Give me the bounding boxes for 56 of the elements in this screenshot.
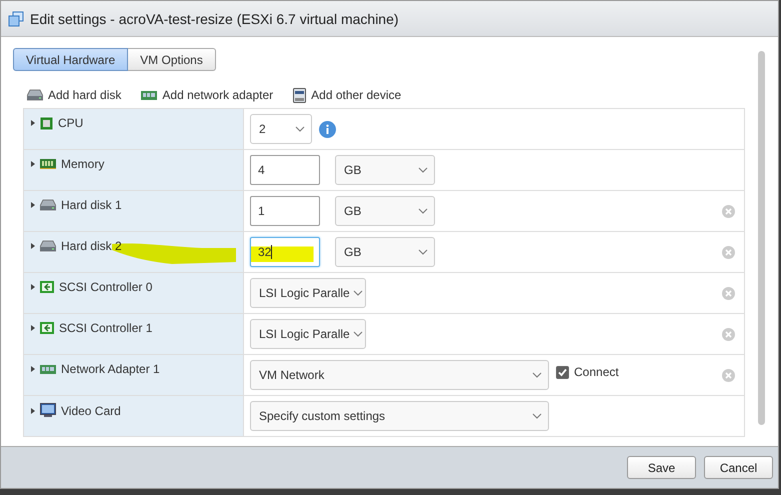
virtual-machine-icon	[8, 10, 24, 26]
controller-icon	[40, 281, 54, 293]
unit-select[interactable]: GB	[335, 155, 435, 185]
chevron-icon	[353, 290, 363, 296]
connect-checkbox[interactable]	[556, 366, 569, 378]
network-card-icon	[141, 90, 158, 100]
expand-arrow-icon[interactable]	[31, 120, 35, 126]
device-name: SCSI Controller 0	[59, 280, 152, 294]
chevron-icon	[532, 413, 542, 419]
expand-arrow-icon[interactable]	[31, 161, 35, 167]
dialog-button[interactable]: Cancel	[704, 456, 773, 479]
device-name: Network Adapter 1	[61, 362, 160, 376]
connect-label: Connect	[574, 365, 619, 379]
dropdown-select[interactable]: VM Network	[250, 360, 549, 390]
chip-icon	[40, 116, 53, 130]
tab[interactable]: Virtual Hardware	[13, 48, 128, 71]
info-icon[interactable]	[319, 120, 336, 138]
chevron-icon	[418, 208, 428, 214]
network-card-icon	[40, 364, 56, 374]
chevron-icon	[532, 372, 542, 378]
controller-type-select[interactable]: LSI Logic Paralle	[250, 319, 366, 349]
toolbar-button[interactable]: Add other device	[293, 87, 402, 103]
expand-arrow-icon[interactable]	[31, 243, 35, 249]
unit-select[interactable]: GB	[335, 196, 435, 226]
expand-arrow-icon[interactable]	[31, 408, 35, 414]
size-input-field[interactable]: 1	[250, 196, 320, 226]
expand-arrow-icon[interactable]	[31, 366, 35, 372]
dropdown-select[interactable]: Specify custom settings	[250, 401, 549, 431]
size-input-field[interactable]: 4	[250, 155, 320, 185]
expand-arrow-icon[interactable]	[31, 284, 35, 290]
chevron-icon	[418, 167, 428, 173]
chevron-icon	[353, 331, 363, 337]
chevron-icon	[295, 126, 305, 132]
expand-arrow-icon[interactable]	[31, 325, 35, 331]
chevron-icon	[418, 249, 428, 255]
device-name: Hard disk 1	[61, 198, 122, 212]
toolbar-button[interactable]: Add network adapter	[141, 87, 274, 103]
toolbar-button[interactable]: Add hard disk	[27, 87, 122, 103]
window-title: Edit settings - acroVA-test-resize (ESXi 6.7 virtual machine)	[30, 10, 399, 26]
dialog-button[interactable]: Save	[627, 456, 696, 479]
controller-type-select[interactable]: LSI Logic Paralle	[250, 278, 366, 308]
size-input-field[interactable]: 32	[250, 237, 320, 267]
device-name: CPU	[58, 116, 84, 130]
device-name: Hard disk 2	[61, 239, 122, 253]
device-icon	[293, 88, 306, 102]
device-name: SCSI Controller 1	[59, 321, 152, 335]
monitor-icon	[40, 403, 56, 418]
memory-module-icon	[40, 159, 56, 169]
unit-select[interactable]: GB	[335, 237, 435, 267]
controller-icon	[40, 322, 54, 334]
tab[interactable]: VM Options	[128, 48, 216, 71]
device-name: Video Card	[61, 404, 121, 418]
device-name: Memory	[61, 157, 104, 171]
expand-arrow-icon[interactable]	[31, 202, 35, 208]
cpu-count-select[interactable]: 2	[250, 114, 312, 144]
scrollbar[interactable]	[758, 51, 765, 425]
